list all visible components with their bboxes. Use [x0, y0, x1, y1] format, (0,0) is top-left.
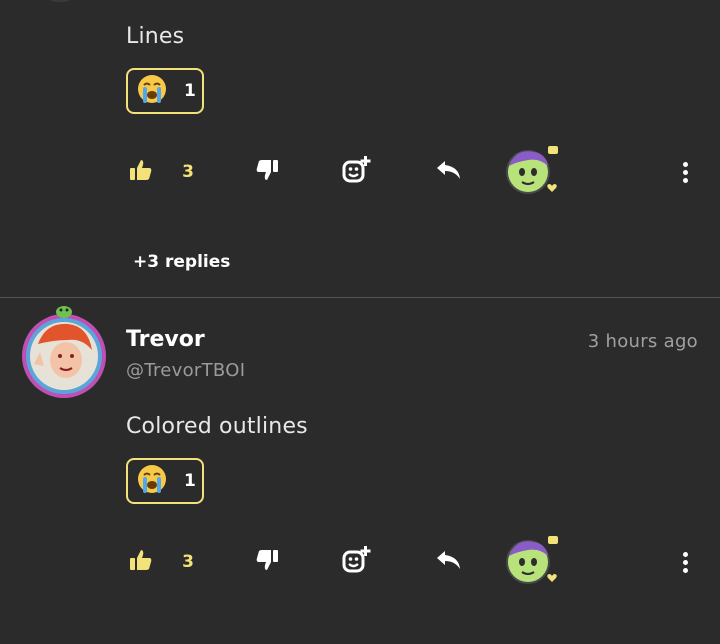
reaction-count: 1 — [184, 471, 196, 491]
reply-button[interactable] — [434, 152, 464, 192]
more-icon — [681, 161, 689, 183]
reaction-chip[interactable]: 1 — [126, 458, 204, 504]
like-count: 3 — [182, 162, 194, 182]
crying-face-icon — [136, 73, 168, 109]
dislike-button[interactable] — [254, 152, 280, 192]
username[interactable]: Trevor — [126, 327, 205, 352]
comment-text: Lines — [126, 24, 185, 49]
more-options-button[interactable] — [680, 152, 690, 192]
crying-face-icon — [136, 463, 168, 499]
thumbs-down-icon — [255, 549, 279, 575]
like-count: 3 — [182, 552, 194, 572]
divider — [0, 297, 720, 298]
comment-toolbar: 3 — [0, 536, 720, 584]
like-button[interactable] — [128, 152, 154, 192]
add-reaction-button[interactable] — [340, 542, 372, 582]
dislike-button[interactable] — [254, 542, 280, 582]
avatar[interactable] — [20, 304, 112, 398]
creator-heart-avatar — [504, 144, 560, 200]
thumbs-down-icon — [255, 159, 279, 185]
add-reaction-icon — [341, 155, 371, 189]
timestamp: 3 hours ago — [587, 331, 698, 352]
reaction-chip[interactable]: 1 — [126, 68, 204, 114]
avatar-partial[interactable] — [30, 0, 90, 4]
like-button[interactable] — [128, 542, 154, 582]
thumbs-up-icon — [129, 549, 153, 575]
reply-icon — [435, 159, 463, 185]
reply-button[interactable] — [434, 542, 464, 582]
more-icon — [681, 551, 689, 573]
reaction-count: 1 — [184, 81, 196, 101]
view-replies-link[interactable]: +3 replies — [133, 252, 230, 272]
creator-heart-avatar — [504, 534, 560, 590]
reply-icon — [435, 549, 463, 575]
more-options-button[interactable] — [680, 542, 690, 582]
thumbs-up-icon — [129, 159, 153, 185]
comment-text: Colored outlines — [126, 414, 308, 439]
add-reaction-button[interactable] — [340, 152, 372, 192]
add-reaction-icon — [341, 545, 371, 579]
user-handle[interactable]: @TrevorTBOI — [126, 360, 245, 381]
comment-toolbar: 3 — [0, 146, 720, 194]
